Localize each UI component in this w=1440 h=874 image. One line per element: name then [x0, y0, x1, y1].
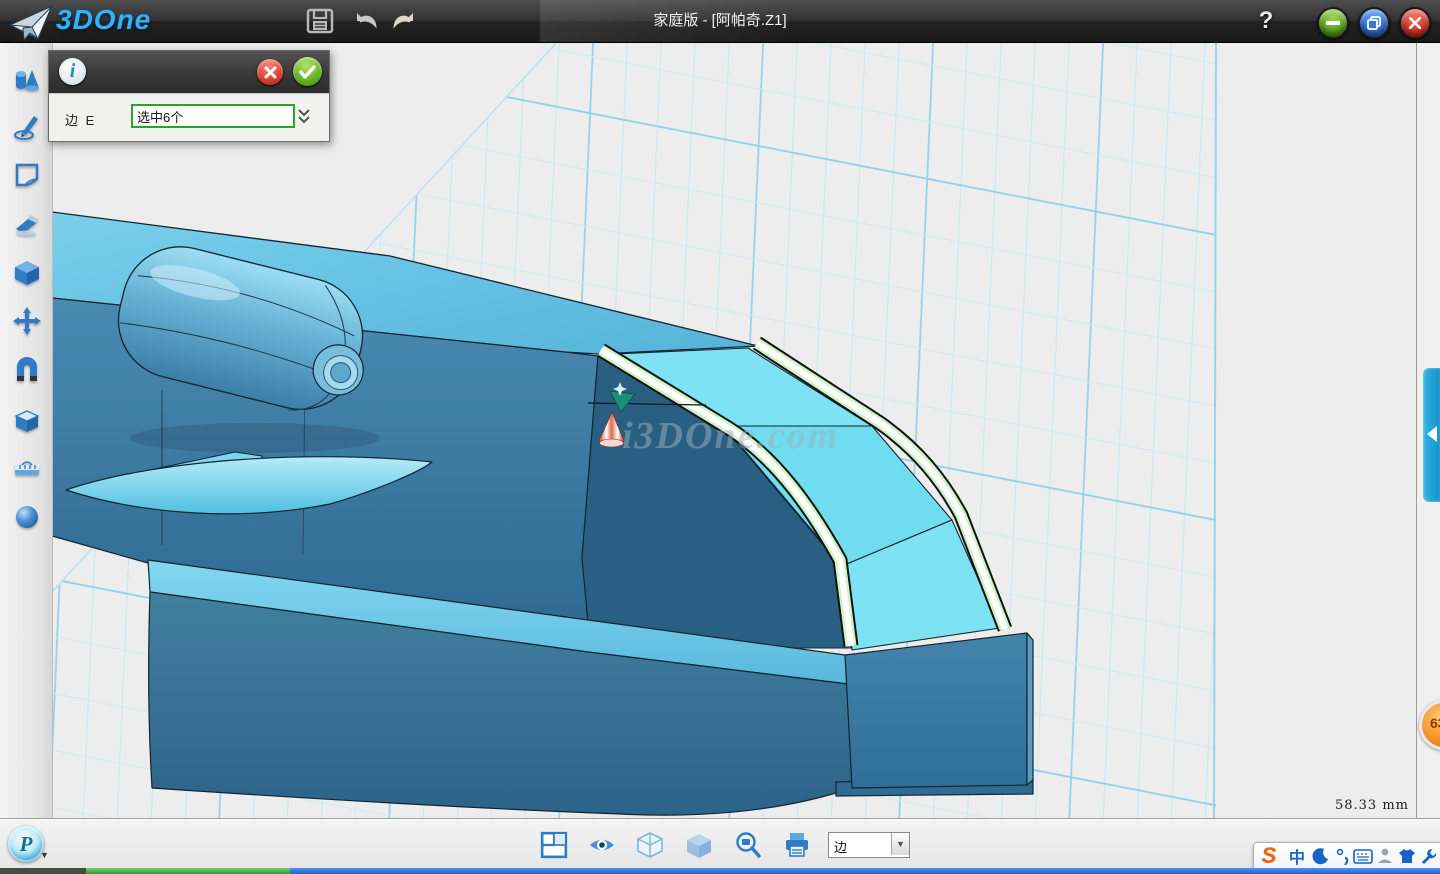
dropdown-arrow-icon[interactable]: ▼ [891, 833, 909, 855]
magnet-constraint-icon [12, 355, 42, 385]
info-icon[interactable]: i [59, 58, 86, 85]
combine-box-icon [12, 404, 42, 434]
title-bar: 3DOne 家庭版 - [阿帕奇.Z1] ? [0, 0, 1440, 43]
panel-collapse-tab[interactable] [1423, 368, 1440, 502]
print-icon[interactable] [783, 831, 811, 859]
visibility-eye-icon[interactable] [588, 831, 616, 859]
close-button[interactable] [1399, 7, 1431, 39]
plugin-p-caret-icon[interactable]: ▼ [40, 850, 49, 860]
measure-toolbox-icon [12, 453, 42, 483]
wireframe-cube-icon[interactable] [636, 831, 664, 859]
collapse-arrow-icon [1427, 426, 1437, 442]
sketch-draw-button[interactable] [12, 112, 42, 142]
edge-selection-input[interactable] [131, 104, 295, 128]
feature-cube-button[interactable] [12, 258, 42, 288]
primitive-solids-button[interactable] [12, 64, 42, 94]
viewport-layout-icon[interactable] [540, 831, 568, 859]
lang-mode-button[interactable]: 中 [1286, 845, 1308, 867]
watermark-text: i3DOne.com [622, 415, 839, 457]
measurement-readout: 58.33 mm [1322, 798, 1422, 813]
os-taskbar-sliver[interactable] [0, 868, 1440, 874]
double-chevron-down-icon[interactable] [296, 107, 312, 127]
user-icon[interactable] [1374, 845, 1396, 867]
sogou-logo-icon[interactable]: S [1258, 845, 1280, 867]
minimize-button[interactable] [1317, 7, 1349, 39]
zoom-snapshot-icon[interactable] [734, 831, 762, 859]
3done-window: i3DOne.com 3DOne 家庭版 - [阿帕奇.Z1] ? [0, 0, 1440, 874]
window-title: 家庭版 - [阿帕奇.Z1] [0, 0, 1440, 42]
dialog-body: 边 E [49, 93, 329, 141]
taskbar-segment-green [86, 868, 290, 874]
minimize-icon [1326, 21, 1340, 25]
bottom-toolbar: 边 ▼ [0, 818, 1440, 869]
move-icon [12, 306, 42, 336]
sketch-draw-icon [12, 112, 42, 142]
primitive-solids-icon [12, 64, 42, 94]
close-icon [1409, 17, 1421, 29]
selection-dialog: i 边 E [48, 50, 330, 142]
taskbar-segment-blue [290, 868, 1440, 874]
restore-icon [1367, 16, 1381, 30]
eraser-button[interactable] [12, 209, 42, 239]
punctuation-icon[interactable] [1332, 845, 1354, 867]
pick-filter-dropdown[interactable]: 边 ▼ [828, 832, 910, 858]
ime-toolbar: S 中 [1253, 842, 1440, 871]
moon-icon[interactable] [1310, 845, 1332, 867]
keyboard-icon[interactable] [1352, 845, 1374, 867]
confirm-check-icon [299, 65, 316, 79]
dialog-header[interactable]: i [49, 51, 329, 93]
cancel-x-icon [264, 66, 277, 79]
feature-cube-icon [12, 258, 42, 288]
pick-filter-value: 边 [834, 837, 847, 856]
eraser-icon [12, 209, 42, 239]
wrench-icon[interactable] [1418, 845, 1440, 867]
render-sphere-button[interactable] [12, 502, 42, 532]
model-tail-box[interactable] [836, 633, 1033, 796]
confirm-button[interactable] [293, 57, 322, 86]
edge-field-label: 边 E [65, 110, 96, 129]
render-sphere-icon [12, 502, 42, 532]
left-toolbar [0, 42, 53, 818]
shaded-cube-icon[interactable] [685, 831, 713, 859]
sketch-surface-button[interactable] [12, 160, 42, 190]
taskbar-segment [0, 868, 86, 874]
plugin-p-button[interactable]: P [8, 826, 44, 862]
cancel-button[interactable] [257, 59, 283, 85]
help-button[interactable]: ? [1252, 4, 1280, 38]
combine-box-button[interactable] [12, 404, 42, 434]
move-button[interactable] [12, 306, 42, 336]
measure-toolbox-button[interactable] [12, 453, 42, 483]
restore-button[interactable] [1358, 7, 1390, 39]
sketch-surface-icon [12, 160, 42, 190]
magnet-constraint-button[interactable] [12, 355, 42, 385]
shirt-skin-icon[interactable] [1396, 845, 1418, 867]
